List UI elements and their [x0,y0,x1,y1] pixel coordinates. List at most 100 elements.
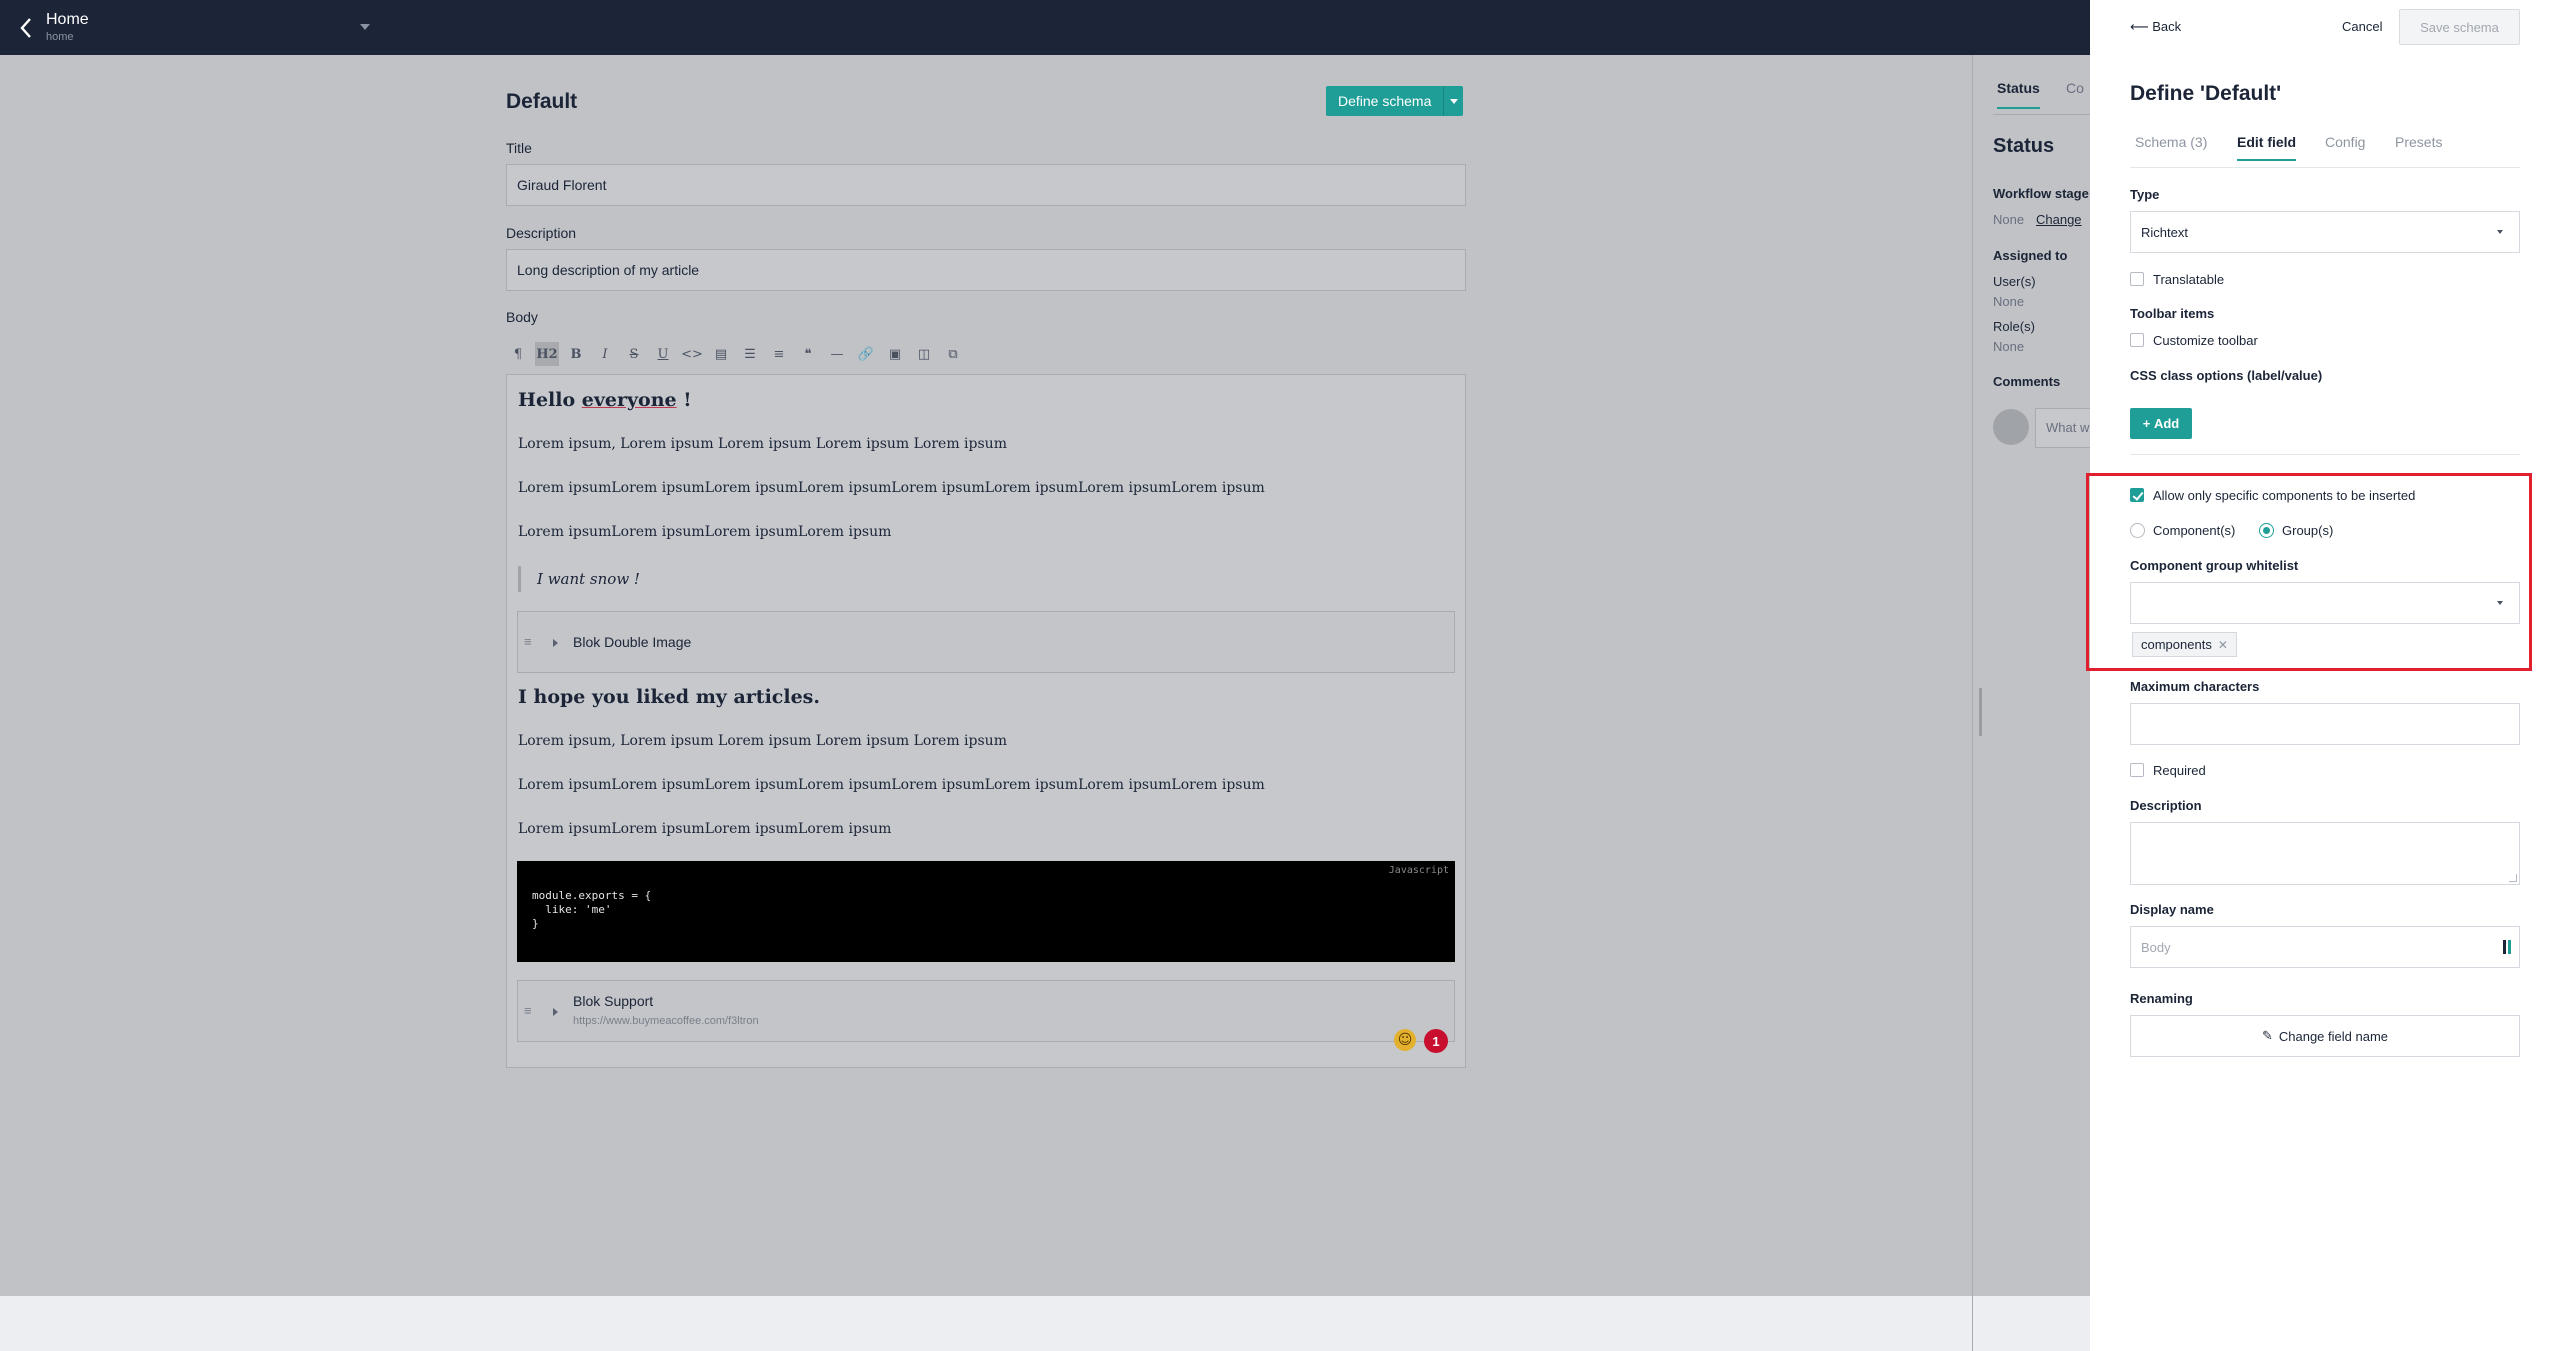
code-block[interactable]: Javascript module.exports = { like: 'me'… [517,861,1455,962]
display-name-input[interactable]: Body [2130,926,2520,968]
define-schema-button[interactable]: Define schema [1326,86,1464,116]
translatable-checkbox[interactable] [2130,272,2144,286]
plus-icon: + [2142,416,2154,431]
paste-icon[interactable]: ⧉ [941,342,965,366]
close-icon[interactable]: ✕ [2218,638,2228,652]
whitelist-tag: components ✕ [2132,632,2237,657]
chevron-down-icon [1449,98,1458,104]
components-radio[interactable] [2130,523,2145,538]
display-name-placeholder: Body [2141,939,2171,955]
customize-toolbar-label: Customize toolbar [2153,333,2258,348]
strike-icon[interactable]: S [622,342,646,366]
tab-status[interactable]: Status [1997,80,2040,109]
allow-specific-label: Allow only specific components to be ins… [2153,488,2416,503]
blok-icon[interactable]: ◫ [912,342,936,366]
tab-edit-field[interactable]: Edit field [2237,134,2297,161]
notification-badge[interactable]: 1 [1424,1029,1448,1053]
whitelist-label: Component group whitelist [2130,558,2299,573]
change-field-name-button[interactable]: ✎ Change field name [2130,1015,2520,1057]
description-field-label: Description [2130,798,2202,813]
chevron-right-icon[interactable] [553,1008,558,1016]
roles-label: Role(s) [1993,319,2035,334]
blok-support[interactable]: ≡ Blok Support https://www.buymeacoffee.… [517,980,1455,1042]
back-label[interactable]: Back [2152,19,2181,34]
resize-grip-icon[interactable] [2509,874,2517,882]
description-textarea[interactable] [2130,822,2520,885]
description-input[interactable]: Long description of my article [506,249,1466,291]
comment-input[interactable]: What w [2035,408,2090,448]
pencil-icon: ✎ [2261,1028,2273,1043]
allow-specific-checkbox[interactable] [2130,488,2144,502]
bullet-list-icon[interactable]: ☰ [738,342,762,366]
blok-name: Blok Double Image [573,634,692,650]
define-schema-dropdown[interactable] [1443,86,1463,116]
image-icon[interactable]: ▣ [883,342,907,366]
drag-handle-icon[interactable]: ≡ [524,634,532,649]
column-divider [1972,55,1973,1351]
emoji-icon[interactable]: ☺ [1394,1029,1416,1051]
paragraph: Lorem ipsumLorem ipsumLorem ipsumLorem i… [518,777,1265,793]
cancel-button[interactable]: Cancel [2342,19,2382,34]
change-field-name-label[interactable]: Change field name [2279,1029,2388,1044]
chevron-down-icon [2497,601,2503,605]
css-class-label: CSS class options (label/value) [2130,368,2323,383]
required-label: Required [2153,763,2206,778]
max-chars-input[interactable] [2130,703,2520,745]
tab-schema[interactable]: Schema (3) [2135,134,2207,150]
quote-icon[interactable]: ❝ [796,342,820,366]
assigned-label: Assigned to [1993,248,2068,263]
chevron-down-icon[interactable] [360,24,370,30]
underline-icon[interactable]: U [651,342,675,366]
back-chevron-icon[interactable] [16,16,38,40]
type-label: Type [2130,187,2160,202]
status-tabs: Status Co [1993,80,2090,115]
change-workflow-link[interactable]: Change [2036,212,2082,227]
body-label: Body [506,309,538,325]
customize-toolbar-checkbox[interactable] [2130,333,2144,347]
title-input[interactable]: Giraud Florent [506,164,1466,206]
add-css-class-button[interactable]: + Add [2130,408,2192,439]
title-label: Title [506,140,532,156]
paragraph: Lorem ipsumLorem ipsumLorem ipsumLorem i… [518,480,1265,496]
groups-radio[interactable] [2259,523,2274,538]
add-label[interactable]: Add [2154,416,2179,431]
bold-icon[interactable]: B [564,342,588,366]
paragraph-icon[interactable]: ¶ [506,342,530,366]
whitelist-select[interactable] [2130,582,2520,624]
roles-value: None [1993,339,2025,354]
code-icon[interactable]: <> [680,342,704,366]
define-schema-label[interactable]: Define schema [1326,93,1443,109]
blok-double-image[interactable]: ≡ Blok Double Image [517,611,1455,673]
chevron-right-icon[interactable] [553,639,558,647]
footer-strip [0,1296,2090,1351]
tab-presets[interactable]: Presets [2395,134,2442,150]
schema-panel: ⟵ Back Cancel Save schema Define 'Defaul… [2086,0,2560,1351]
tab-comments[interactable]: Co [2066,80,2084,96]
blok-name: Blok Support [573,993,654,1009]
heading-text: Hello [518,389,582,411]
horizontal-rule-icon[interactable]: — [825,342,849,366]
groups-radio-label: Group(s) [2282,523,2334,538]
type-select[interactable]: Richtext [2130,211,2520,253]
code-block-icon[interactable]: ▤ [709,342,733,366]
max-chars-label: Maximum characters [2130,679,2260,694]
translatable-label: Translatable [2153,272,2225,287]
richtext-editor[interactable]: Hello everyone ! Lorem ipsum, Lorem ipsu… [506,374,1466,1068]
drag-handle-icon[interactable]: ≡ [524,1003,532,1018]
divider [2130,454,2520,455]
resize-handle[interactable] [1979,688,1982,736]
status-heading: Status [1993,135,2055,157]
tab-config[interactable]: Config [2325,134,2365,150]
translate-icon[interactable] [2503,940,2511,954]
breadcrumb-title[interactable]: Home [46,11,89,29]
paragraph: Lorem ipsumLorem ipsumLorem ipsumLorem i… [518,821,892,837]
save-schema-button[interactable]: Save schema [2399,9,2520,45]
link-icon[interactable]: 🔗 [854,342,878,366]
back-button[interactable]: ⟵ Back [2130,19,2181,35]
required-checkbox[interactable] [2130,763,2144,777]
users-value: None [1993,294,2025,309]
heading-icon[interactable]: H2 [535,342,559,366]
italic-icon[interactable]: I [593,342,617,366]
ordered-list-icon[interactable]: ≡ [767,342,791,366]
chevron-down-icon [2497,230,2503,234]
